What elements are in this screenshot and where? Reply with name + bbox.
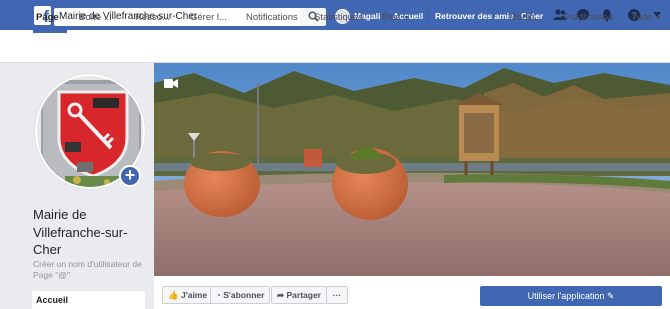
follow-label: S'abonner	[223, 290, 265, 300]
tab-help[interactable]: Aide ▼	[633, 12, 662, 23]
tab-help-label: Aide	[633, 12, 653, 23]
tab-more-label: Plus	[382, 12, 401, 23]
page-navigation-bar	[0, 30, 670, 63]
divider	[427, 10, 428, 22]
caret-down-icon: ▼	[403, 15, 411, 22]
roundabout-planters-image	[154, 63, 670, 276]
video-camera-icon[interactable]	[164, 78, 178, 89]
more-options-button[interactable]: ···	[326, 286, 348, 304]
tab-manage[interactable]: Gérer l...	[190, 12, 227, 23]
share-arrow-icon: ➦	[277, 290, 285, 300]
tab-settings[interactable]: Paramètres	[564, 12, 613, 23]
find-friends-link[interactable]: Retrouver des amis	[435, 11, 514, 21]
thumbs-up-icon: 👍	[168, 290, 179, 300]
share-label: Partager	[286, 290, 322, 300]
add-photo-button[interactable]: +	[119, 165, 141, 187]
tab-resources[interactable]: Resso...	[135, 12, 170, 23]
like-button[interactable]: 👍 J'aime	[162, 286, 214, 304]
tab-more[interactable]: Plus ▼	[382, 12, 410, 23]
share-button[interactable]: ➦ Partager	[271, 286, 327, 304]
rss-icon: ◔	[216, 291, 221, 300]
active-tab-indicator	[33, 30, 67, 33]
tab-page[interactable]: Page	[36, 12, 59, 23]
tab-inbox[interactable]: Boîte ...	[79, 12, 112, 23]
caret-down-icon: ▼	[654, 15, 662, 22]
create-username-link[interactable]: Créer un nom d'utilisateur de Page "@"	[33, 259, 153, 281]
follow-button[interactable]: ◔ S'abonner	[210, 286, 271, 304]
pencil-icon: ✎	[606, 291, 615, 301]
tab-edit[interactable]: Modifi...	[509, 12, 542, 23]
page-title: Mairie de Villefranche-sur-Cher	[33, 207, 128, 257]
like-label: J'aime	[180, 290, 208, 300]
tab-statistics[interactable]: Statistiques	[314, 12, 363, 23]
sidebar-item-home[interactable]: Accueil	[32, 291, 145, 309]
cover-photo[interactable]	[154, 63, 670, 276]
use-app-button[interactable]: Utiliser l'application ✎	[480, 286, 662, 306]
tab-notifications[interactable]: Notifications	[246, 12, 298, 23]
use-app-label: Utiliser l'application	[527, 291, 605, 301]
